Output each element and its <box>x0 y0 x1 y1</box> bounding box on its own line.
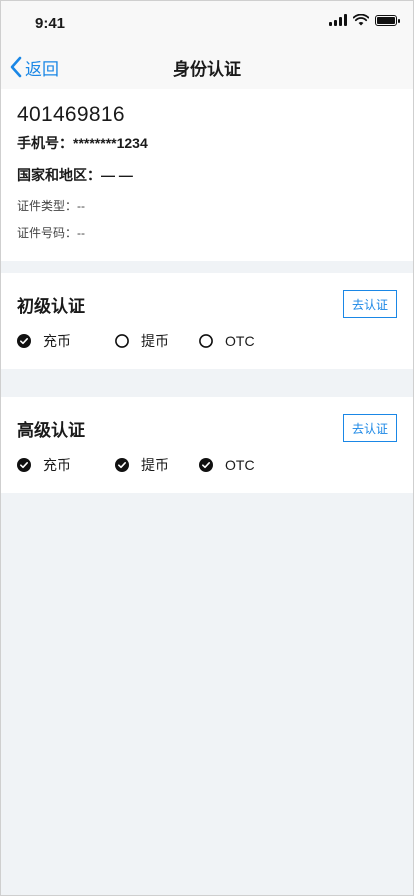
wifi-icon <box>353 14 369 26</box>
perm-label: 充币 <box>43 333 71 349</box>
chevron-left-icon <box>10 56 22 78</box>
status-time: 9:41 <box>35 15 66 32</box>
perm-withdraw: 提币 <box>115 455 169 475</box>
advanced-verification-title: 高级认证 <box>17 420 85 440</box>
basic-verification-card: 初级认证 去认证 充币 提币 OTC <box>1 273 413 369</box>
advanced-verification-card: 高级认证 去认证 充币 提币 OTC <box>1 397 413 493</box>
basic-permissions: 充币 提币 OTC <box>17 331 397 351</box>
perm-label: 充币 <box>43 457 71 473</box>
basic-verification-title: 初级认证 <box>17 296 85 316</box>
perm-otc: OTC <box>199 331 255 351</box>
page-title: 身份认证 <box>173 59 241 79</box>
app-screen: 9:41 返回 身份认证 401469816 手机号：********1234 … <box>0 0 414 896</box>
battery-icon <box>375 14 400 26</box>
nav-bar: 返回 身份认证 <box>1 45 413 89</box>
basic-verify-button[interactable]: 去认证 <box>343 290 397 318</box>
section-divider <box>1 261 413 273</box>
perm-deposit: 充币 <box>17 455 71 475</box>
phone-number: 手机号：********1234 <box>17 135 148 151</box>
perm-deposit: 充币 <box>17 331 71 351</box>
id-number: 证件号码：-- <box>17 226 85 240</box>
signal-icon <box>329 14 347 26</box>
check-circle-icon <box>17 458 31 472</box>
empty-circle-icon <box>199 334 213 348</box>
back-label: 返回 <box>25 59 59 79</box>
id-type: 证件类型：-- <box>17 199 85 213</box>
perm-label: 提币 <box>141 457 169 473</box>
perm-withdraw: 提币 <box>115 331 169 351</box>
perm-label: OTC <box>225 457 255 473</box>
advanced-verify-button[interactable]: 去认证 <box>343 414 397 442</box>
profile-card: 401469816 手机号：********1234 国家和地区：— — 证件类… <box>1 89 413 261</box>
perm-otc: OTC <box>199 455 255 475</box>
check-circle-icon <box>199 458 213 472</box>
status-icons <box>329 14 400 26</box>
check-circle-icon <box>17 334 31 348</box>
back-button[interactable]: 返回 <box>9 45 59 89</box>
check-circle-icon <box>115 458 129 472</box>
perm-label: OTC <box>225 333 255 349</box>
section-divider <box>1 369 413 397</box>
region: 国家和地区：— — <box>17 167 133 183</box>
perm-label: 提币 <box>141 333 169 349</box>
empty-circle-icon <box>115 334 129 348</box>
status-bar: 9:41 <box>1 1 413 45</box>
advanced-permissions: 充币 提币 OTC <box>17 455 397 475</box>
user-id: 401469816 <box>17 103 125 126</box>
